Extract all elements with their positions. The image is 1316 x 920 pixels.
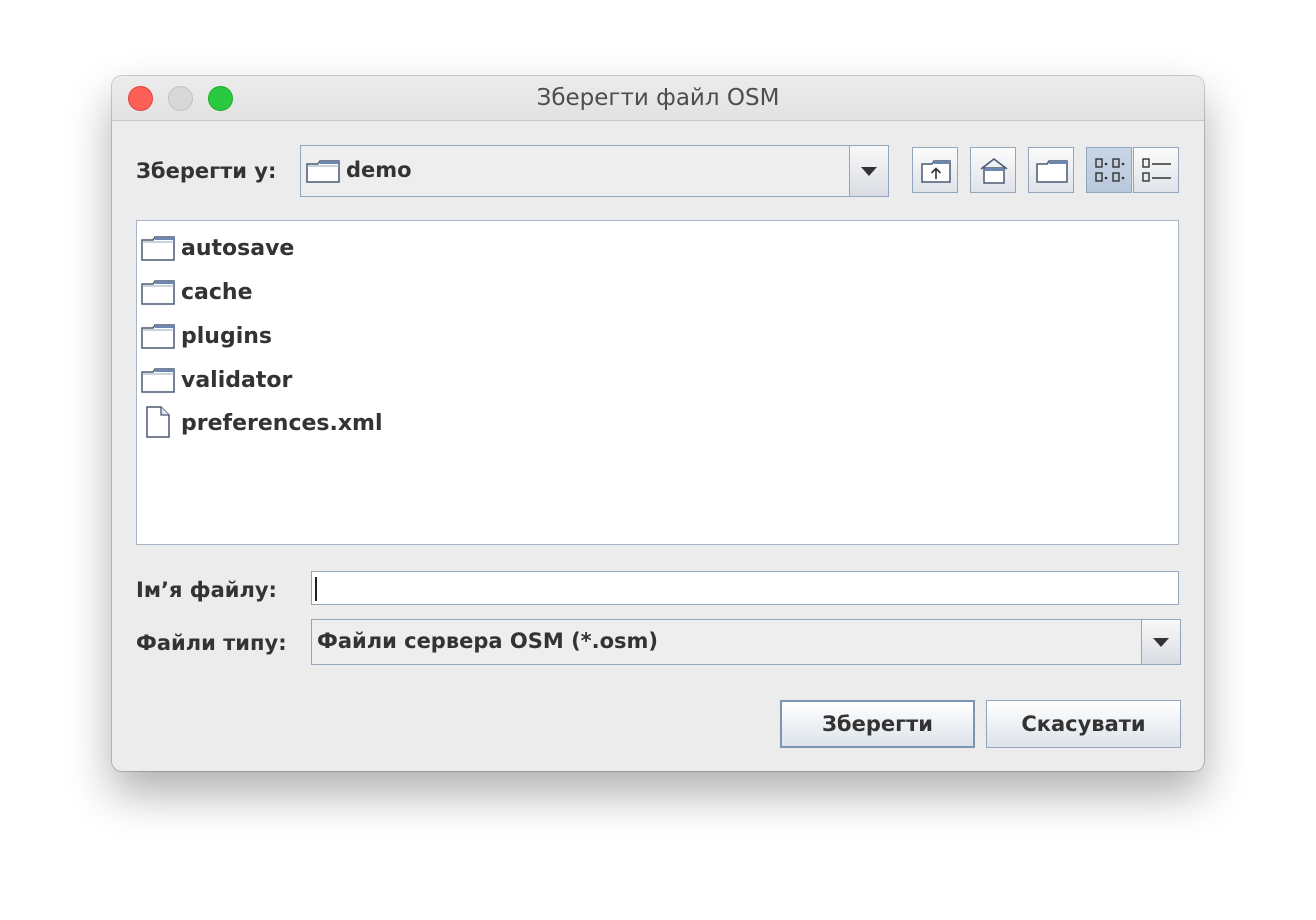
save-in-dropdown[interactable]: demo: [300, 145, 889, 197]
home-button[interactable]: [970, 147, 1016, 193]
folder-icon: [141, 232, 175, 266]
up-folder-icon: [921, 160, 951, 183]
list-view-button[interactable]: [1086, 147, 1132, 193]
folder-icon: [141, 320, 175, 354]
up-one-level-button[interactable]: [912, 147, 958, 193]
filetype-selected: Файли сервера OSM (*.osm): [317, 629, 659, 653]
chevron-down-icon: [861, 167, 877, 176]
filename-label: Ім’я файлу:: [136, 578, 277, 602]
list-view-icon: [1095, 158, 1125, 182]
filetype-dropdown[interactable]: Файли сервера OSM (*.osm): [311, 619, 1181, 665]
filename-input[interactable]: [311, 571, 1179, 605]
window-title: Зберегти файл OSM: [536, 85, 780, 111]
file-icon: [141, 405, 175, 443]
chevron-down-icon: [1153, 638, 1169, 647]
file-name: plugins: [181, 324, 272, 349]
filetype-label: Файли типу:: [136, 631, 287, 655]
details-view-icon: [1142, 158, 1171, 182]
filetype-dropdown-arrow[interactable]: [1141, 620, 1180, 664]
folder-icon: [141, 364, 175, 398]
file-name: autosave: [181, 236, 295, 261]
save-file-dialog: Зберегти файл OSM Зберегти у: demo autos…: [112, 76, 1204, 771]
save-in-label: Зберегти у:: [136, 159, 277, 183]
new-folder-button[interactable]: [1028, 147, 1074, 193]
save-in-dropdown-arrow[interactable]: [849, 146, 888, 196]
current-folder-name: demo: [346, 158, 412, 182]
file-list[interactable]: autosave cache plugins validator prefere…: [136, 220, 1179, 545]
file-name: preferences.xml: [181, 411, 383, 436]
file-name: validator: [181, 368, 293, 393]
details-view-button[interactable]: [1133, 147, 1179, 193]
text-caret: [315, 577, 317, 601]
file-name: cache: [181, 280, 253, 305]
folder-icon: [141, 276, 175, 310]
title-bar[interactable]: Зберегти файл OSM: [112, 76, 1204, 121]
new-folder-icon: [1036, 160, 1068, 183]
cancel-button[interactable]: Скасувати: [986, 700, 1181, 748]
save-button[interactable]: Зберегти: [780, 700, 975, 748]
folder-icon: [306, 159, 340, 187]
home-icon: [980, 157, 1008, 184]
